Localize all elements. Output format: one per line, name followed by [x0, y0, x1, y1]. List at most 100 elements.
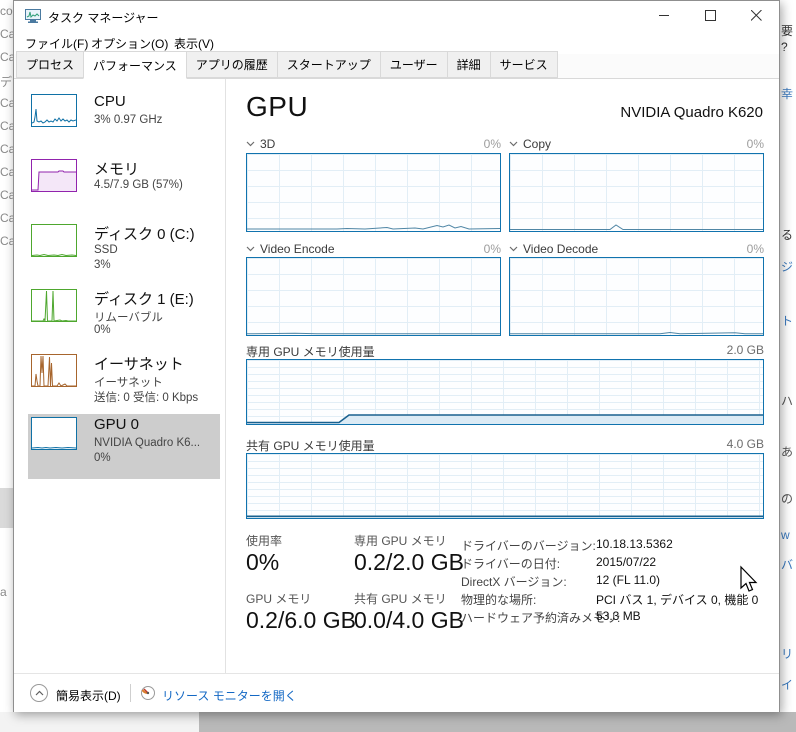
tab-startup[interactable]: スタートアップ [276, 51, 381, 78]
background-text-fragment: 幸 [781, 87, 794, 101]
tab-services[interactable]: サービス [489, 51, 558, 78]
chart-label: Video Decode [523, 242, 599, 256]
detail-label-driver-version: ドライバーのバージョン: [461, 539, 596, 553]
background-text-fragment: Ca [0, 234, 13, 248]
chart-header-video-decode: Video Decode 0% [509, 241, 764, 257]
stat-label-gpu-memory: GPU メモリ [246, 592, 312, 606]
stat-label-dedicated-memory: 専用 GPU メモリ [354, 534, 447, 548]
background-text-fragment: Ca [0, 27, 13, 41]
background-text-fragment: Ca [0, 211, 13, 225]
sidebar-item-sub2: 0% [94, 452, 111, 464]
background-right-strip: 要? 幸るジトハあの w バリイ [781, 0, 796, 732]
ethernet-mini-chart [31, 354, 77, 387]
chevron-down-icon[interactable] [246, 141, 255, 147]
gpu-device-name: NVIDIA Quadro K620 [620, 104, 763, 121]
chevron-down-icon[interactable] [246, 246, 255, 252]
task-manager-window: タスク マネージャー ファイル(F) オプション(O) 表示(V) プロセス パ… [13, 0, 780, 712]
sidebar-item-title: メモリ [94, 161, 140, 178]
chart-video-decode [509, 257, 764, 336]
background-text-fragment: Ca [0, 188, 13, 202]
detail-value-driver-version: 10.18.13.5362 [596, 537, 673, 551]
chart-copy [509, 153, 764, 232]
background-text-fragment: Ca [0, 50, 13, 64]
background-text-fragment: る [781, 228, 794, 242]
dedicated-memory-chart [246, 359, 764, 425]
sidebar-divider [225, 79, 226, 673]
detail-value-directx-version: 12 (FL 11.0) [596, 573, 661, 587]
disk0-mini-chart [31, 224, 77, 257]
close-button[interactable] [734, 1, 779, 30]
tab-details[interactable]: 詳細 [446, 51, 491, 78]
simple-view-label[interactable]: 簡易表示(D) [56, 687, 121, 704]
chart-percent: 0% [746, 137, 764, 151]
dedicated-memory-header: 専用 GPU メモリ使用量 2.0 GB [246, 343, 764, 359]
detail-label-driver-date: ドライバーの日付: [461, 557, 561, 571]
background-taskbar-fragment [199, 712, 796, 732]
stat-label-utilization: 使用率 [246, 534, 283, 548]
memory-chart-label: 共有 GPU メモリ使用量 [246, 439, 375, 453]
chevron-up-icon [35, 690, 43, 696]
background-text-fragment: Ca [0, 142, 13, 156]
sidebar-item-disk0[interactable]: ディスク 0 (C:) SSD 3% [28, 221, 220, 284]
sidebar-item-sub: イーサネット [94, 377, 163, 389]
detail-label-physical-location: 物理的な場所: [461, 593, 537, 607]
stat-label-shared-memory: 共有 GPU メモリ [354, 592, 447, 606]
chart-label: 3D [260, 137, 276, 151]
shared-memory-chart [246, 453, 764, 519]
tab-performance[interactable]: パフォーマンス [83, 51, 187, 79]
memory-chart-label: 専用 GPU メモリ使用量 [246, 345, 375, 359]
detail-value-hw-reserved-memory: 53.3 MB [596, 609, 641, 623]
background-text-fragment: イ [781, 678, 794, 692]
menu-view[interactable]: 表示(V) [174, 35, 214, 52]
mouse-cursor [740, 565, 758, 592]
tab-processes[interactable]: プロセス [16, 51, 85, 78]
background-text-fragment: ハ [781, 394, 794, 408]
background-text-fragment: リ [781, 647, 794, 661]
tab-app-history[interactable]: アプリの履歴 [185, 51, 278, 78]
chart-percent: 0% [483, 242, 501, 256]
title-bar[interactable]: タスク マネージャー [14, 1, 779, 31]
sidebar-item-sub2: 0% [94, 324, 111, 336]
chart-label: Video Encode [260, 242, 335, 256]
sidebar-item-title: CPU [94, 93, 126, 110]
background-text-fragment: Ca [0, 119, 13, 133]
sidebar-item-cpu[interactable]: CPU 3% 0.97 GHz [28, 91, 220, 154]
chart-header-copy: Copy 0% [509, 136, 764, 152]
simple-view-button[interactable] [30, 684, 48, 702]
stat-value-shared-memory: 0.0/4.0 GB [354, 607, 464, 633]
sidebar-item-memory[interactable]: メモリ 4.5/7.9 GB (57%) [28, 156, 220, 219]
chart-label: Copy [523, 137, 552, 151]
chart-percent: 0% [746, 242, 764, 256]
open-resource-monitor-link[interactable]: リソース モニターを開く [162, 687, 297, 704]
sidebar-item-sub: SSD [94, 244, 118, 256]
menu-options[interactable]: オプション(O) [91, 35, 168, 52]
background-text-fragment: Ca [0, 165, 13, 179]
sidebar-item-sub: 4.5/7.9 GB (57%) [94, 179, 183, 191]
memory-mini-chart [31, 159, 77, 192]
sidebar-item-gpu0[interactable]: GPU 0 NVIDIA Quadro K6... 0% [28, 414, 220, 479]
sidebar-item-sub: NVIDIA Quadro K6... [94, 437, 201, 449]
chart-percent: 0% [483, 137, 501, 151]
chevron-down-icon[interactable] [509, 141, 518, 147]
footer-bar: 簡易表示(D) リソース モニターを開く [14, 673, 779, 712]
background-text-fragment: Ca [0, 96, 13, 110]
shared-memory-header: 共有 GPU メモリ使用量 4.0 GB [246, 437, 764, 453]
tab-users[interactable]: ユーザー [379, 51, 448, 78]
chart-3d [246, 153, 501, 232]
detail-value-physical-location: PCI バス 1, デバイス 0, 機能 0 [596, 593, 759, 607]
sidebar-item-ethernet[interactable]: イーサネット イーサネット 送信: 0 受信: 0 Kbps [28, 351, 220, 414]
background-text-fragment: ジ [781, 260, 794, 274]
chart-video-encode [246, 257, 501, 336]
cpu-mini-chart [31, 94, 77, 127]
chevron-down-icon[interactable] [509, 246, 518, 252]
menu-file[interactable]: ファイル(F) [25, 35, 88, 52]
background-box [0, 488, 13, 528]
background-text-fragment: あ [781, 445, 794, 459]
maximize-button[interactable] [688, 1, 733, 30]
minimize-button[interactable] [642, 1, 687, 30]
background-text-fragment: バ [781, 558, 794, 572]
sidebar-item-title: ディスク 1 (E:) [94, 291, 194, 308]
sidebar-item-title: GPU 0 [94, 416, 140, 433]
sidebar-item-disk1[interactable]: ディスク 1 (E:) リムーバブル 0% [28, 286, 220, 349]
tab-bar: プロセス パフォーマンス アプリの履歴 スタートアップ ユーザー 詳細 サービス [14, 51, 779, 79]
